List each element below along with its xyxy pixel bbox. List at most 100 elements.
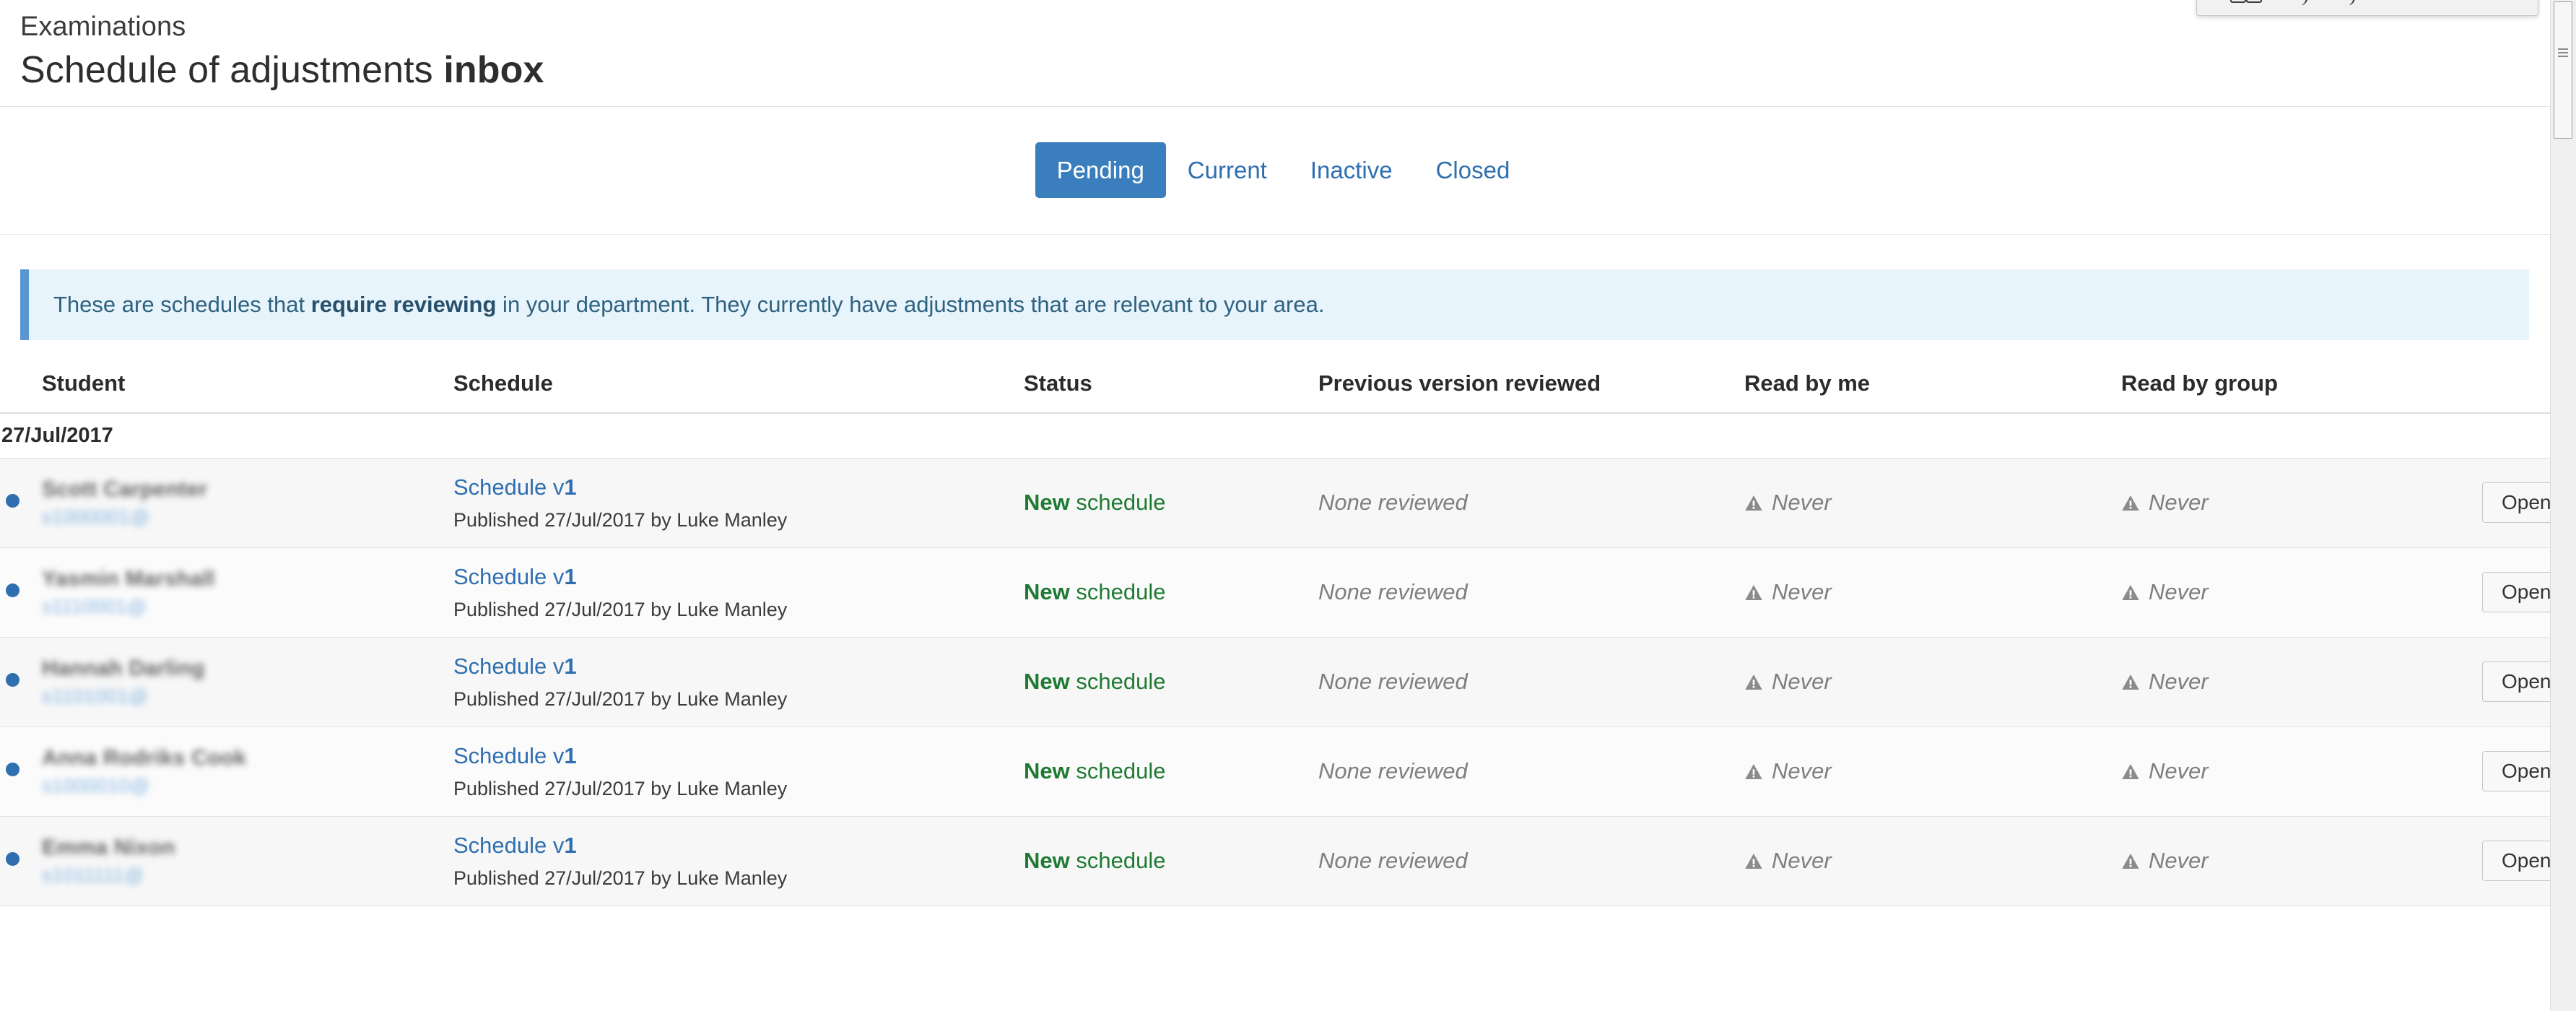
read-by-group-cell: Never [2121, 637, 2482, 727]
status-badge: New schedule [1024, 758, 1166, 784]
student-cell: Scott Carpenter s1000001@ [42, 458, 453, 548]
unread-marker-cell [0, 726, 42, 817]
curve-hook-right-icon[interactable]: ) [2349, 0, 2357, 7]
unread-marker-cell [0, 637, 42, 727]
page-header: Examinations Schedule of adjustments inb… [0, 0, 2567, 93]
info-banner-wrapper: These are schedules that require reviewi… [0, 235, 2567, 340]
schedule-link[interactable]: Schedule v1 [453, 654, 1024, 680]
schedule-cell: Schedule v1 Published 27/Jul/2017 by Luke… [453, 816, 1024, 906]
tab-current[interactable]: Current [1166, 142, 1289, 198]
unread-dot-icon [6, 494, 19, 508]
unread-dot-icon [6, 673, 19, 687]
student-name: Scott Carpenter [42, 477, 208, 502]
warning-triangle-icon [1745, 674, 1762, 690]
student-cell: Anna Rodriks Cook s1000010@ [42, 726, 453, 817]
read-by-me-value: Never [1744, 758, 2121, 784]
read-by-group-cell: Never [2121, 726, 2482, 817]
schedule-published-meta: Published 27/Jul/2017 by Luke Manley [453, 508, 788, 531]
warning-triangle-icon [2122, 584, 2139, 600]
unread-dot-icon [6, 763, 19, 777]
tab-pending[interactable]: Pending [1035, 142, 1166, 199]
warning-triangle-icon [2122, 763, 2139, 779]
read-by-group-value: Never [2121, 669, 2482, 695]
previous-version-reviewed-cell: None reviewed [1318, 547, 1744, 638]
status-cell: New schedule [1024, 458, 1318, 548]
status-cell: New schedule [1024, 816, 1318, 906]
previous-version-reviewed-cell: None reviewed [1318, 458, 1744, 548]
student-name: Emma Nixon [42, 836, 175, 860]
table-row[interactable]: Emma Nixon s1011111@ Schedule v1 Published … [0, 816, 2567, 906]
warning-triangle-icon [2122, 674, 2139, 690]
student-id: s1011111@ [42, 864, 144, 886]
table-row[interactable]: Anna Rodriks Cook s1000010@ Schedule v1 Pub… [0, 726, 2567, 817]
table-body: 27/Jul/2017 Scott Carpenter s1000001@ Sche… [0, 412, 2567, 906]
application-window: Examinations Schedule of adjustments inb… [0, 0, 2576, 1011]
status-badge: New schedule [1024, 490, 1166, 516]
chevron-right-icon[interactable]: › [2504, 0, 2507, 1]
schedule-link[interactable]: Schedule v1 [453, 743, 1024, 769]
student-cell: Yasmin Marshall s1110001@ [42, 547, 453, 638]
previous-version-reviewed-value: None reviewed [1318, 490, 1468, 516]
column-header-schedule: Schedule [453, 370, 1024, 414]
tab-inactive[interactable]: Inactive [1289, 142, 1414, 198]
read-by-me-cell: Never [1744, 726, 2121, 817]
read-by-me-value: Never [1744, 669, 2121, 695]
tab-closed[interactable]: Closed [1414, 142, 1532, 198]
table-row[interactable]: Hannah Darling s1101001@ Schedule v1 Publis… [0, 637, 2567, 727]
read-by-me-value: Never [1744, 579, 2121, 605]
warning-triangle-icon [1745, 495, 1762, 511]
previous-version-reviewed-value: None reviewed [1318, 848, 1468, 874]
table-header: Student Schedule Status Previous version… [0, 370, 2567, 414]
status-cell: New schedule [1024, 726, 1318, 817]
glasses-icon[interactable] [2229, 0, 2262, 7]
vertical-scrollbar[interactable] [2550, 0, 2576, 1011]
page-title-bold: inbox [443, 48, 544, 91]
table-row[interactable]: Yasmin Marshall s1110001@ Schedule v1 Publi… [0, 547, 2567, 638]
unread-dot-icon [6, 852, 19, 867]
curve-hook-left-icon[interactable]: ) [2302, 0, 2309, 7]
read-by-group-value: Never [2121, 848, 2482, 874]
info-banner: These are schedules that require reviewi… [20, 269, 2529, 340]
column-header-read-by-me: Read by me [1744, 370, 2121, 414]
read-by-me-cell: Never [1744, 547, 2121, 638]
previous-version-reviewed-cell: None reviewed [1318, 637, 1744, 727]
date-group-label: 27/Jul/2017 [0, 412, 2567, 459]
column-header-status: Status [1024, 370, 1318, 414]
previous-version-reviewed-value: None reviewed [1318, 669, 1468, 695]
previous-version-reviewed-cell: None reviewed [1318, 816, 1744, 906]
zoom-slider[interactable]: › [2396, 0, 2507, 7]
date-group-header-row: 27/Jul/2017 [0, 412, 2567, 459]
warning-triangle-icon [2122, 853, 2139, 869]
status-badge: New schedule [1024, 579, 1166, 605]
schedule-published-meta: Published 27/Jul/2017 by Luke Manley [453, 867, 788, 889]
schedule-link[interactable]: Schedule v1 [453, 474, 1024, 500]
unread-dot-icon [6, 583, 19, 598]
table-row[interactable]: Scott Carpenter s1000001@ Schedule v1 Publi… [0, 458, 2567, 548]
scrollbar-thumb[interactable] [2554, 1, 2572, 139]
previous-version-reviewed-cell: None reviewed [1318, 726, 1744, 817]
banner-text-before: These are schedules that [53, 291, 311, 317]
read-by-me-cell: Never [1744, 816, 2121, 906]
inbox-tabs: Pending Current Inactive Closed [0, 106, 2567, 234]
schedule-cell: Schedule v1 Published 27/Jul/2017 by Luke… [453, 637, 1024, 727]
status-cell: New schedule [1024, 547, 1318, 638]
schedules-table: Student Schedule Status Previous version… [0, 370, 2567, 906]
student-cell: Hannah Darling s1101001@ [42, 637, 453, 727]
unread-marker-cell [0, 458, 42, 548]
page-title-regular: Schedule of adjustments [20, 48, 444, 91]
schedule-link[interactable]: Schedule v1 [453, 564, 1024, 590]
student-id: s1101001@ [42, 685, 149, 707]
schedule-cell: Schedule v1 Published 27/Jul/2017 by Luke… [453, 547, 1024, 638]
column-header-student: Student [42, 370, 453, 414]
floating-zoom-toolbar[interactable]: ) ) › [2196, 0, 2538, 16]
student-name: Yasmin Marshall [42, 567, 215, 591]
status-badge: New schedule [1024, 848, 1166, 874]
breadcrumb-eyebrow: Examinations [20, 12, 186, 42]
scrollbar-grip-icon [2558, 48, 2568, 58]
schedule-published-meta: Published 27/Jul/2017 by Luke Manley [453, 598, 788, 620]
schedule-link[interactable]: Schedule v1 [453, 833, 1024, 859]
student-cell: Emma Nixon s1011111@ [42, 816, 453, 906]
status-cell: New schedule [1024, 637, 1318, 727]
banner-text-after: in your department. They currently have … [496, 291, 1325, 317]
warning-triangle-icon [1745, 853, 1762, 869]
